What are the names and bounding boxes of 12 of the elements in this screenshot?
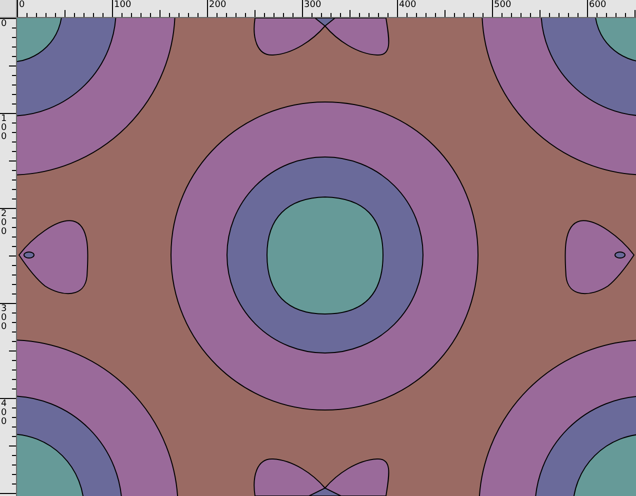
- ruler-label: 600: [588, 0, 606, 10]
- ruler-label: 400: [1, 400, 7, 427]
- ruler-label: 0: [18, 0, 25, 10]
- ruler-label: 300: [303, 0, 322, 10]
- ruler-label: 0: [1, 20, 7, 29]
- ruler-label: 100: [113, 0, 132, 10]
- ruler-label: 500: [493, 0, 512, 10]
- ruler-label: 200: [208, 0, 226, 10]
- ruler-label: 400: [398, 0, 416, 10]
- ruler-label: 200: [1, 210, 7, 237]
- ruler-label: 100: [1, 115, 7, 142]
- ruler-label: 300: [1, 305, 7, 332]
